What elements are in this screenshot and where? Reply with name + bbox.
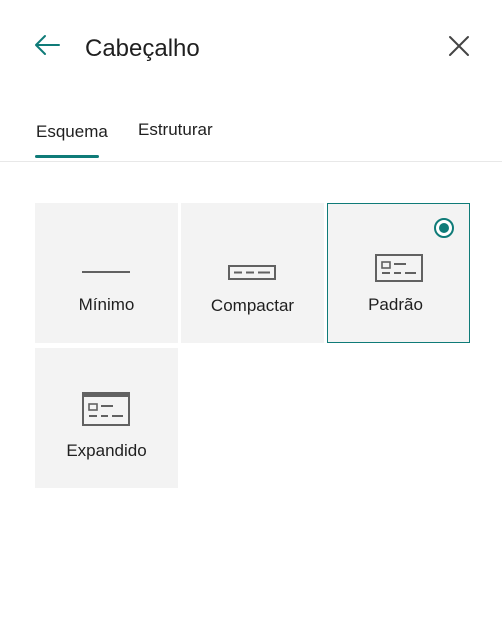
header-settings-panel: Cabeçalho Esquema Estruturar Mínimo Comp… — [0, 0, 502, 621]
tab-estruturar[interactable]: Estruturar — [138, 119, 213, 141]
active-tab-indicator — [35, 155, 99, 158]
layout-option-label: Compactar — [210, 296, 295, 315]
standard-layout-icon — [375, 254, 423, 282]
arrow-left-icon — [35, 35, 60, 55]
compact-layout-icon — [228, 265, 276, 280]
selected-radio-icon — [434, 218, 454, 238]
layout-option-expandido[interactable]: Expandido — [35, 348, 178, 488]
layout-option-compactar[interactable]: Compactar — [181, 203, 324, 343]
tab-esquema[interactable]: Esquema — [36, 121, 108, 143]
layout-option-minimo[interactable]: Mínimo — [35, 203, 178, 343]
layout-option-label: Expandido — [66, 441, 147, 460]
expanded-layout-icon — [82, 392, 130, 426]
layout-option-padrao[interactable]: Padrão — [327, 203, 470, 343]
back-button[interactable] — [32, 30, 62, 60]
panel-title: Cabeçalho — [85, 35, 200, 62]
close-icon — [449, 36, 469, 56]
layout-option-label: Mínimo — [78, 295, 135, 314]
close-button[interactable] — [444, 31, 474, 61]
minimal-layout-icon — [82, 271, 130, 273]
layout-option-label: Padrão — [368, 295, 423, 314]
tab-bar: Esquema Estruturar — [0, 110, 502, 162]
